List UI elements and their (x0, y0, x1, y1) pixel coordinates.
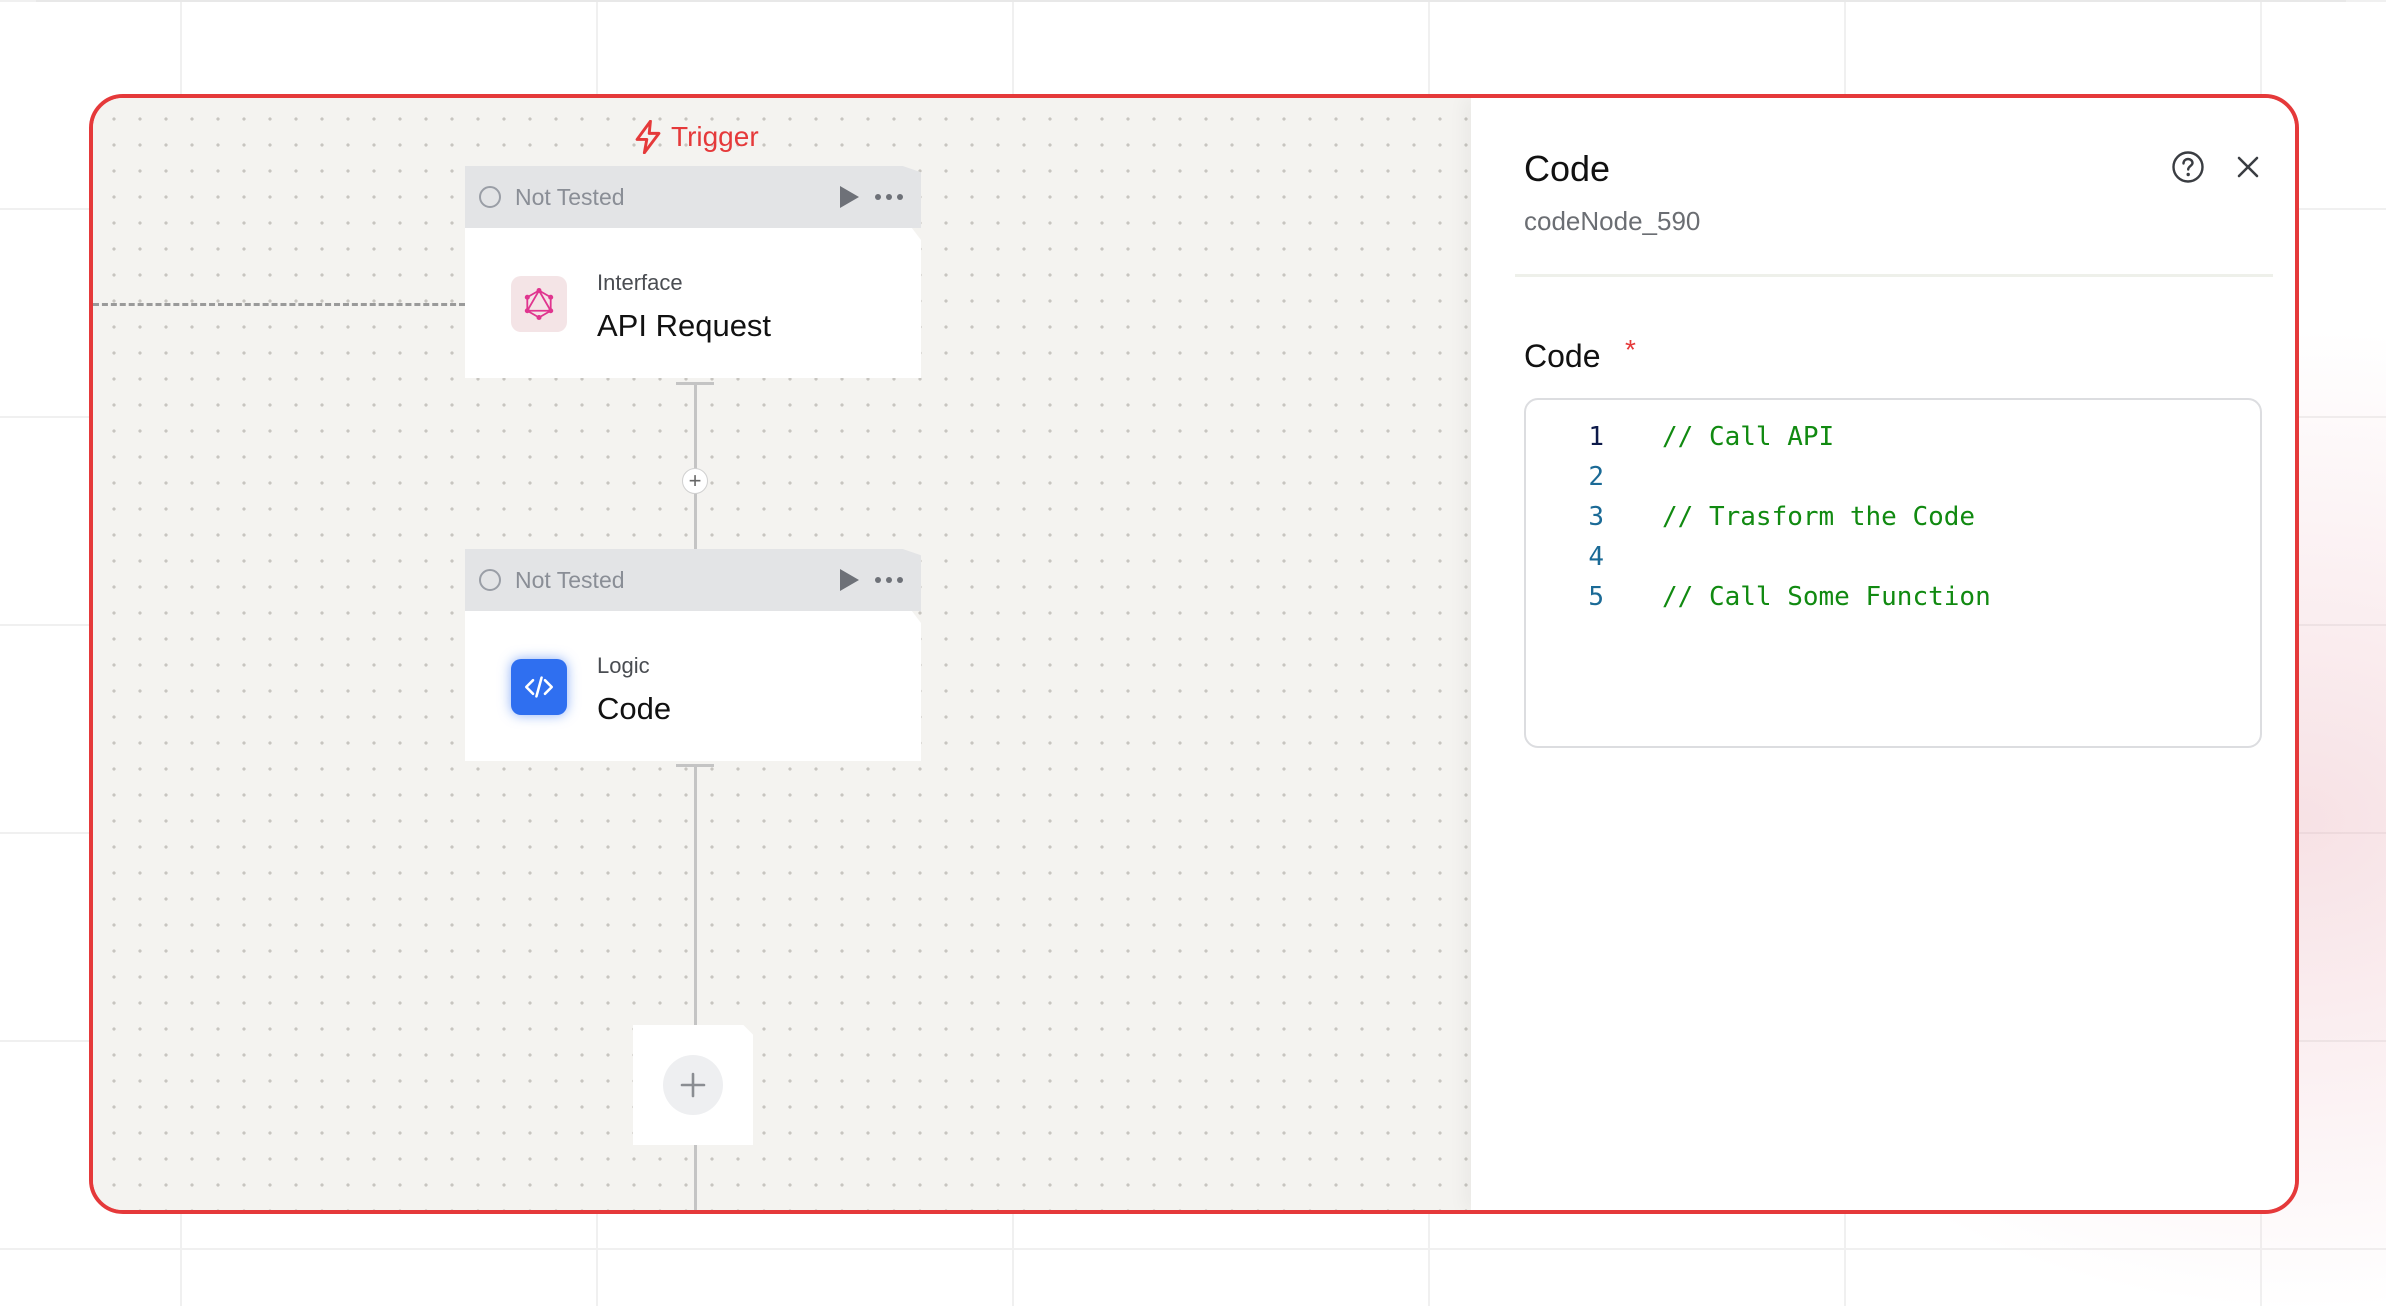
node-body[interactable]: Logic Code (465, 611, 921, 761)
play-icon[interactable] (837, 567, 861, 593)
node-category: Logic (597, 653, 650, 678)
line-number: 3 (1588, 502, 1604, 532)
play-icon[interactable] (837, 184, 861, 210)
line-number: 2 (1588, 462, 1604, 492)
code-text: // Call API (1662, 422, 1835, 452)
node-category: Interface (597, 270, 683, 295)
graphql-icon (511, 276, 567, 332)
trigger-label: Trigger (633, 120, 759, 154)
incoming-connection-line (93, 303, 465, 306)
code-text: // Trasform the Code (1662, 502, 1976, 532)
node-title: API Request (597, 308, 772, 343)
panel-node-id: codeNode_590 (1524, 206, 1701, 236)
line-number: 1 (1588, 422, 1604, 452)
connector-line (694, 1145, 697, 1210)
code-text: // Call Some Function (1662, 582, 1991, 612)
node-status: Not Tested (515, 183, 625, 210)
trigger-text: Trigger (671, 121, 759, 152)
node-header: Not Tested (465, 549, 921, 611)
add-step-button[interactable] (663, 1055, 723, 1115)
code-field-label: Code (1524, 338, 1601, 374)
insert-step-button[interactable]: + (682, 468, 708, 494)
status-circle-icon (479, 569, 501, 591)
panel-title: Code (1524, 148, 1611, 189)
more-options-icon[interactable] (875, 577, 903, 583)
node-title: Code (597, 691, 672, 726)
node-body[interactable]: Interface API Request (465, 228, 921, 378)
top-divider (36, 0, 2346, 2)
workflow-canvas[interactable]: Trigger Not Tested Interface API Request… (93, 98, 1471, 1210)
connector-line (694, 384, 697, 550)
add-step-card[interactable] (633, 1025, 753, 1145)
line-number: 4 (1588, 542, 1604, 572)
connector-line (694, 766, 697, 1026)
required-marker: * (1625, 334, 1636, 365)
plus-icon (680, 1072, 706, 1098)
highlight-frame: Trigger Not Tested Interface API Request… (89, 94, 2299, 1214)
code-editor[interactable]: 1 // Call API 2 3 // Trasform the Code 4… (1524, 398, 2262, 748)
node-settings-panel: Code codeNode_590 Code * 1 // Call API 2… (1471, 98, 2295, 1210)
status-circle-icon (479, 186, 501, 208)
node-code[interactable]: Not Tested Logic Code (465, 549, 921, 761)
plus-icon: + (688, 468, 702, 493)
panel-divider (1515, 274, 2273, 277)
lightning-icon (635, 120, 661, 154)
node-api-request[interactable]: Not Tested Interface API Request (465, 166, 921, 378)
line-number: 5 (1588, 582, 1604, 612)
node-status: Not Tested (515, 566, 625, 593)
node-header: Not Tested (465, 166, 921, 228)
close-icon[interactable] (2233, 152, 2263, 182)
help-icon[interactable] (2171, 150, 2205, 184)
more-options-icon[interactable] (875, 194, 903, 200)
code-icon (511, 659, 567, 715)
